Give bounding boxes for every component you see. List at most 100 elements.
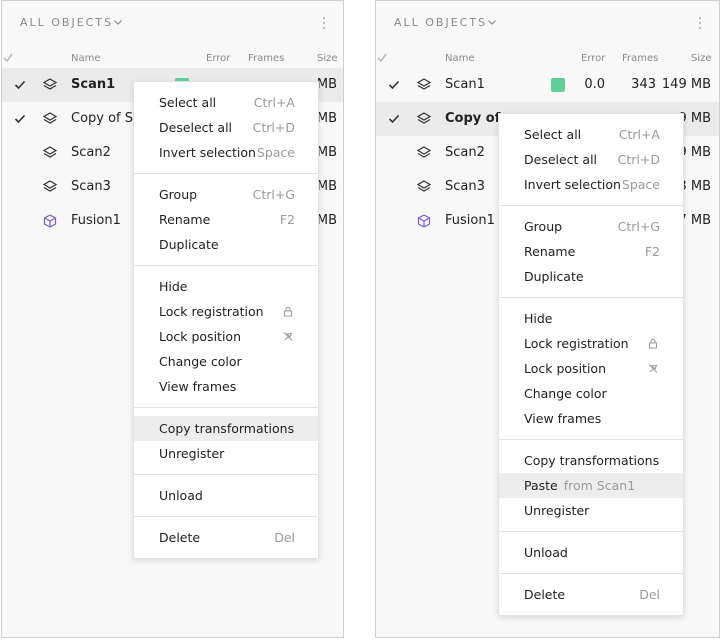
menu-deselect-all[interactable]: Deselect all Ctrl+D	[134, 115, 318, 140]
menu-deselect-all[interactable]: Deselect all Ctrl+D	[499, 147, 683, 172]
object-row-scan1[interactable]: Scan1 0.0 343 149 MB	[376, 68, 719, 102]
menu-view-frames[interactable]: View frames	[134, 374, 318, 399]
menu-group[interactable]: Group Ctrl+G	[134, 182, 318, 207]
layers-icon	[416, 112, 432, 124]
panel-header: ALL OBJECTS	[20, 15, 331, 31]
pin-off-icon	[648, 364, 658, 373]
menu-change-color[interactable]: Change color	[499, 381, 683, 406]
shortcut: Space	[256, 145, 295, 160]
object-frames: 343	[631, 77, 656, 92]
menu-label: Delete	[524, 587, 566, 602]
check-icon[interactable]	[388, 113, 400, 125]
menu-hide[interactable]: Hide	[499, 306, 683, 331]
check-icon[interactable]	[14, 113, 26, 125]
shortcut: F2	[279, 212, 295, 227]
color-swatch[interactable]	[551, 78, 565, 92]
object-name: Fusion1	[445, 213, 495, 228]
check-all-icon[interactable]	[376, 51, 388, 65]
check-all-icon[interactable]	[2, 51, 14, 65]
menu-duplicate[interactable]: Duplicate	[134, 232, 318, 257]
all-objects-title[interactable]: ALL OBJECTS	[394, 16, 487, 29]
menu-select-all[interactable]: Select all Ctrl+A	[134, 90, 318, 115]
menu-unregister[interactable]: Unregister	[134, 441, 318, 466]
column-name[interactable]: Name	[445, 53, 475, 64]
context-menu: Select all Ctrl+A Deselect all Ctrl+D Inve…	[133, 81, 319, 559]
menu-lock-registration[interactable]: Lock registration	[134, 299, 318, 324]
menu-label: Duplicate	[159, 237, 219, 252]
menu-label: Hide	[159, 279, 188, 294]
object-name: Scan2	[71, 145, 111, 160]
shortcut: Del	[639, 587, 660, 602]
menu-label: Paste	[524, 478, 558, 493]
menu-hide[interactable]: Hide	[134, 274, 318, 299]
object-name: Scan1	[445, 77, 485, 92]
object-size: MB	[316, 179, 337, 194]
menu-lock-position[interactable]: Lock position	[499, 356, 683, 381]
menu-lock-position[interactable]: Lock position	[134, 324, 318, 349]
object-size: MB	[316, 111, 337, 126]
objects-panel-left: ALL OBJECTS Name Error Frames Size Scan1…	[1, 0, 344, 638]
menu-label: Lock registration	[159, 304, 264, 319]
column-size[interactable]: Size	[317, 53, 338, 64]
menu-unload[interactable]: Unload	[134, 483, 318, 508]
layers-icon	[42, 112, 58, 124]
chevron-down-icon[interactable]	[487, 17, 497, 27]
check-icon[interactable]	[14, 79, 26, 91]
menu-label: Unload	[524, 545, 568, 560]
object-size: MB	[316, 145, 337, 160]
lock-icon	[284, 306, 292, 317]
menu-label: Duplicate	[524, 269, 584, 284]
menu-copy-transformations[interactable]: Copy transformations	[499, 448, 683, 473]
menu-paste[interactable]: Paste from Scan1	[499, 473, 683, 498]
object-name: Scan1	[71, 77, 116, 92]
menu-label: Copy transformations	[159, 421, 295, 436]
menu-label: Unload	[159, 488, 203, 503]
menu-label: Lock position	[524, 361, 606, 376]
shortcut: Space	[621, 177, 660, 192]
cube-icon	[417, 214, 431, 228]
layers-icon	[42, 78, 58, 90]
menu-label: Select all	[159, 95, 217, 110]
menu-label: Unregister	[159, 446, 225, 461]
layers-icon	[416, 78, 432, 90]
object-name: Copy of Sc	[71, 111, 141, 126]
menu-delete[interactable]: Delete Del	[134, 525, 318, 550]
menu-unload[interactable]: Unload	[499, 540, 683, 565]
menu-copy-transformations[interactable]: Copy transformations	[134, 416, 318, 441]
shortcut: Ctrl+D	[252, 120, 295, 135]
menu-label: Deselect all	[159, 120, 233, 135]
menu-invert-selection[interactable]: Invert selection Space	[499, 172, 683, 197]
check-icon[interactable]	[388, 79, 400, 91]
kebab-icon[interactable]	[697, 15, 703, 31]
cube-icon	[43, 214, 57, 228]
column-name[interactable]: Name	[71, 53, 101, 64]
column-frames[interactable]: Frames	[622, 53, 658, 64]
menu-group[interactable]: Group Ctrl+G	[499, 214, 683, 239]
menu-select-all[interactable]: Select all Ctrl+A	[499, 122, 683, 147]
menu-rename[interactable]: Rename F2	[499, 239, 683, 264]
shortcut: Ctrl+A	[618, 127, 660, 142]
menu-label: Group	[159, 187, 198, 202]
menu-change-color[interactable]: Change color	[134, 349, 318, 374]
object-size: 149 MB	[661, 77, 711, 92]
shortcut: Ctrl+D	[617, 152, 660, 167]
kebab-icon[interactable]	[321, 15, 327, 31]
column-frames[interactable]: Frames	[248, 53, 284, 64]
menu-invert-selection[interactable]: Invert selection Space	[134, 140, 318, 165]
column-size[interactable]: Size	[691, 53, 712, 64]
chevron-down-icon[interactable]	[113, 17, 123, 27]
object-name: Scan3	[71, 179, 111, 194]
menu-rename[interactable]: Rename F2	[134, 207, 318, 232]
menu-unregister[interactable]: Unregister	[499, 498, 683, 523]
column-error[interactable]: Error	[581, 53, 605, 64]
column-error[interactable]: Error	[206, 53, 230, 64]
menu-lock-registration[interactable]: Lock registration	[499, 331, 683, 356]
menu-label: Change color	[524, 386, 607, 401]
all-objects-title[interactable]: ALL OBJECTS	[20, 16, 113, 29]
layers-icon	[416, 146, 432, 158]
menu-label: Change color	[159, 354, 242, 369]
menu-delete[interactable]: Delete Del	[499, 582, 683, 607]
lock-icon	[649, 338, 657, 349]
menu-duplicate[interactable]: Duplicate	[499, 264, 683, 289]
menu-view-frames[interactable]: View frames	[499, 406, 683, 431]
